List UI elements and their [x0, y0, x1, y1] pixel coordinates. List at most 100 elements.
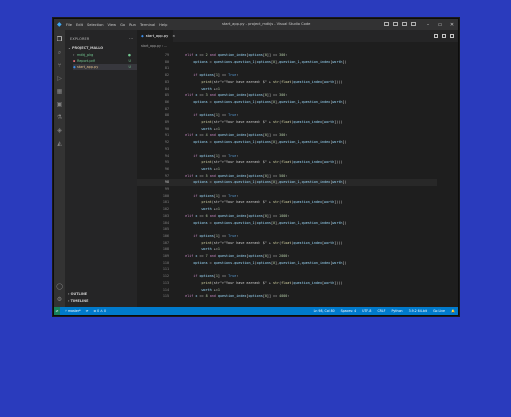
code-line[interactable]: 80 options = questions.question_1(option… — [137, 59, 437, 66]
code-text[interactable]: worth +=1 — [177, 166, 220, 173]
code-text[interactable]: worth +=1 — [177, 126, 220, 133]
code-text[interactable]: if options[1] == True: — [177, 153, 238, 160]
docker-icon[interactable]: ◈ — [56, 127, 63, 134]
code-text[interactable]: worth +=1 — [177, 287, 220, 294]
code-text[interactable]: elif x == 5 and question_index[options[0… — [177, 173, 287, 180]
code-line[interactable]: 79 elif x == 2 and question_index[option… — [137, 52, 437, 59]
problems-indicator[interactable]: ⊗ 0 ⚠ 0 — [93, 309, 106, 313]
code-text[interactable]: if options[1] == True: — [177, 193, 238, 200]
menu-edit[interactable]: Edit — [76, 23, 83, 27]
code-line[interactable]: 93 — [137, 146, 437, 153]
source-control-icon[interactable]: ⑂ — [56, 62, 63, 69]
code-line[interactable]: 113 print(str">"Your have earned: $" + s… — [137, 280, 437, 287]
code-text[interactable]: if options[1] == True: — [177, 72, 238, 79]
close-tab-icon[interactable]: × — [172, 34, 175, 38]
code-text[interactable]: print(str">"Your have earned: $" + str(f… — [177, 159, 343, 166]
code-text[interactable]: elif x == 2 and question_index[options[0… — [177, 52, 287, 59]
code-text[interactable]: print(str">"Your have earned: $" + str(f… — [177, 280, 343, 287]
code-line[interactable]: 111 — [137, 266, 437, 273]
python-interpreter[interactable]: 3.9.2 64-bit — [409, 309, 428, 313]
toggle-secondary-sidebar-icon[interactable] — [402, 22, 407, 26]
extensions-icon[interactable]: ▦ — [56, 88, 63, 95]
cursor-position[interactable]: Ln 98, Col 80 — [314, 309, 335, 313]
remote-indicator-icon[interactable]: ⇌ — [54, 307, 60, 315]
go-live-button[interactable]: Go Live — [433, 309, 445, 313]
toggle-panel-icon[interactable] — [393, 22, 398, 26]
outline-section[interactable]: › OUTLINE — [68, 292, 87, 296]
code-text[interactable]: print(str">"Your have earned: $" + str(f… — [177, 240, 343, 247]
timeline-section[interactable]: › TIMELINE — [68, 299, 88, 303]
project-folder[interactable]: ⌄ PROJECT_MALLO — [68, 46, 103, 50]
close-icon[interactable]: ✕ — [446, 19, 458, 30]
code-text[interactable]: options = questions.question_1(options[0… — [177, 220, 346, 227]
code-text[interactable]: elif x == 7 and question_index[options[0… — [177, 253, 289, 260]
code-line[interactable]: 90 worth +=1 — [137, 126, 437, 133]
toggle-sidebar-icon[interactable] — [384, 22, 389, 26]
code-line[interactable]: 102 worth +=1 — [137, 206, 437, 213]
code-line[interactable]: 86 options = questions.question_1(option… — [137, 99, 437, 106]
code-line[interactable]: 100 if options[1] == True: — [137, 193, 437, 200]
code-line[interactable]: 85 elif x == 3 and question_index[option… — [137, 92, 437, 99]
code-line[interactable]: 112 if options[1] == True: — [137, 273, 437, 280]
encoding[interactable]: UTF-8 — [362, 309, 371, 313]
code-text[interactable]: options = questions.question_1(options[0… — [177, 260, 346, 267]
code-line[interactable]: 92 options = questions.question_1(option… — [137, 139, 437, 146]
code-line[interactable]: 87 — [137, 106, 437, 113]
tab-start-app[interactable]: ◆ start_app.py × — [137, 30, 175, 42]
more-actions-icon[interactable] — [450, 34, 454, 38]
code-text[interactable]: if options[1] == True: — [177, 233, 238, 240]
code-text[interactable]: elif x == 3 and question_index[options[0… — [177, 92, 287, 99]
code-text[interactable]: print(str">"Your have earned: $" + str(f… — [177, 119, 343, 126]
account-icon[interactable]: ◯ — [56, 283, 63, 290]
breadcrumb[interactable]: start_app.py › ... — [141, 44, 167, 48]
menu-selection[interactable]: Selection — [87, 23, 104, 27]
minimize-icon[interactable]: – — [422, 19, 434, 30]
search-icon[interactable]: ⌕ — [56, 49, 63, 56]
code-text[interactable]: elif x == 6 and question_index[options[0… — [177, 213, 289, 220]
code-line[interactable]: 95 print(str">"Your have earned: $" + st… — [137, 159, 437, 166]
code-text[interactable]: elif x == 8 and question_index[options[0… — [177, 293, 289, 300]
manage-gear-icon[interactable]: ⚙ — [56, 296, 63, 303]
run-debug-icon[interactable]: ▷ — [56, 75, 63, 82]
code-line[interactable]: 115 elif x == 8 and question_index[optio… — [137, 293, 437, 300]
code-text[interactable]: worth +=1 — [177, 206, 220, 213]
code-text[interactable]: options = questions.question_1(options[0… — [177, 99, 346, 106]
code-line[interactable]: 114 worth +=1 — [137, 287, 437, 294]
code-line[interactable]: 105 — [137, 226, 437, 233]
code-text[interactable]: elif x == 4 and question_index[options[0… — [177, 132, 287, 139]
run-file-icon[interactable] — [434, 34, 438, 38]
menu-file[interactable]: File — [66, 23, 72, 27]
menu-run[interactable]: Run — [129, 23, 136, 27]
code-text[interactable]: options = questions.question_1(options[0… — [177, 59, 346, 66]
menu-view[interactable]: View — [108, 23, 117, 27]
code-line[interactable]: 98 options = questions.question_1(option… — [137, 179, 437, 186]
sync-icon[interactable]: ⟳ — [86, 309, 89, 313]
file-item-start-app[interactable]: ◆ start_app.py U — [73, 64, 137, 70]
code-line[interactable]: 96 worth +=1 — [137, 166, 437, 173]
code-text[interactable]: print(str">"Your have earned: $" + str(f… — [177, 79, 343, 86]
code-line[interactable]: 108 worth +=1 — [137, 246, 437, 253]
code-text[interactable]: if options[1] == True: — [177, 273, 238, 280]
timeline-icon[interactable]: ◭ — [56, 140, 63, 147]
code-line[interactable]: 97 elif x == 5 and question_index[option… — [137, 173, 437, 180]
testing-icon[interactable]: ⚗ — [56, 114, 63, 121]
code-line[interactable]: 84 worth +=1 — [137, 86, 437, 93]
end-of-line[interactable]: CRLF — [377, 309, 385, 313]
code-text[interactable]: options = questions.question_1(options[0… — [177, 179, 346, 186]
code-line[interactable]: 107 print(str">"Your have earned: $" + s… — [137, 240, 437, 247]
code-line[interactable]: 81 — [137, 65, 437, 72]
code-text[interactable]: print(str">"Your have earned: $" + str(f… — [177, 199, 343, 206]
language-mode[interactable]: Python — [392, 309, 403, 313]
code-line[interactable]: 103 elif x == 6 and question_index[optio… — [137, 213, 437, 220]
indentation[interactable]: Spaces: 4 — [341, 309, 357, 313]
code-line[interactable]: 104 options = questions.question_1(optio… — [137, 220, 437, 227]
notifications-bell-icon[interactable]: 🔔 — [451, 309, 455, 313]
more-actions-icon[interactable]: ··· — [129, 36, 133, 41]
remote-explorer-icon[interactable]: ▣ — [56, 101, 63, 108]
code-line[interactable]: 91 elif x == 4 and question_index[option… — [137, 132, 437, 139]
explorer-icon[interactable]: ❐ — [56, 36, 63, 43]
code-line[interactable]: 82 if options[1] == True: — [137, 72, 437, 79]
code-line[interactable]: 94 if options[1] == True: — [137, 153, 437, 160]
split-editor-icon[interactable] — [442, 34, 446, 38]
maximize-icon[interactable]: ▭ — [434, 19, 446, 30]
